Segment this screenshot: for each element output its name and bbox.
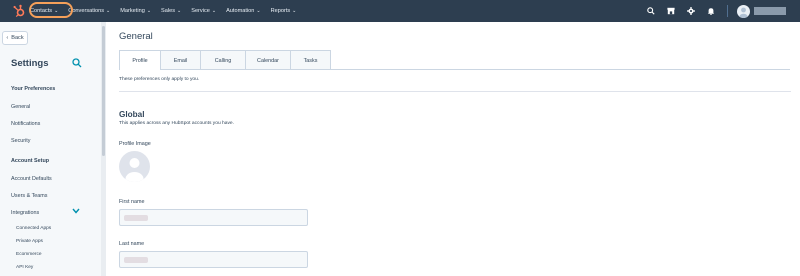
- nav-conversations-label: Conversations: [68, 8, 105, 14]
- sidebar-heading-account-setup: Account Setup: [11, 158, 50, 164]
- preferences-tabs: Profile Email Calling Calendar Tasks: [119, 50, 331, 70]
- nav-conversations[interactable]: Conversations ⌄: [68, 8, 110, 14]
- search-icon[interactable]: [72, 58, 82, 68]
- notifications-bell-icon[interactable]: [705, 5, 717, 17]
- user-avatar[interactable]: [737, 4, 750, 18]
- profile-image-label: Profile Image: [119, 141, 151, 147]
- sidebar-item-notifications[interactable]: Notifications: [11, 121, 40, 127]
- nav-reports[interactable]: Reports ⌄: [271, 8, 297, 14]
- marketplace-icon[interactable]: [665, 5, 677, 17]
- sidebar-item-integrations[interactable]: Integrations: [11, 210, 39, 216]
- sidebar-item-security[interactable]: Security: [11, 138, 30, 144]
- section-divider: [119, 91, 791, 92]
- sidebar-heading-your-preferences: Your Preferences: [11, 86, 56, 92]
- nav-marketing[interactable]: Marketing ⌄: [120, 8, 151, 14]
- chevron-down-icon: ⌄: [106, 8, 111, 14]
- sidebar-item-users-teams[interactable]: Users & Teams: [11, 193, 47, 199]
- last-name-label: Last name: [119, 241, 145, 247]
- nav-service[interactable]: Service ⌄: [191, 8, 216, 14]
- chevron-down-icon[interactable]: [72, 208, 80, 214]
- chevron-left-icon: ‹: [6, 35, 9, 41]
- sidebar-title: Settings: [11, 58, 49, 69]
- chevron-down-icon: ⌄: [256, 8, 261, 14]
- hubspot-logo-icon[interactable]: [12, 4, 26, 18]
- first-name-input[interactable]: [119, 209, 308, 226]
- top-right-toolbar: [637, 0, 800, 22]
- contacts-highlight-annotation: [29, 2, 73, 18]
- tab-tasks[interactable]: Tasks: [291, 51, 330, 70]
- redacted-value: [124, 257, 148, 263]
- nav-reports-label: Reports: [270, 8, 291, 14]
- tab-calling[interactable]: Calling: [201, 51, 246, 70]
- profile-image-avatar[interactable]: [119, 151, 150, 182]
- back-button[interactable]: ‹ Back: [2, 31, 28, 45]
- sidebar-subitem-api-key[interactable]: API Key: [16, 265, 33, 270]
- account-name-redacted[interactable]: [754, 7, 786, 15]
- page-title: General: [119, 31, 153, 42]
- section-subtitle: This applies across any HubSpot accounts…: [119, 121, 234, 126]
- sidebar-item-general[interactable]: General: [11, 104, 30, 110]
- sidebar-item-account-defaults[interactable]: Account Defaults: [11, 176, 52, 182]
- chevron-down-icon: ⌄: [292, 8, 297, 14]
- chevron-down-icon: ⌄: [211, 8, 217, 14]
- nav-sales-label: Sales: [161, 8, 176, 14]
- top-navigation-bar: Contacts ⌄ Conversations ⌄ Marketing ⌄ Sale…: [0, 0, 800, 22]
- settings-gear-icon[interactable]: [685, 5, 697, 17]
- chevron-down-icon: ⌄: [177, 8, 182, 14]
- sidebar-scrollbar-thumb[interactable]: [102, 26, 105, 156]
- last-name-input[interactable]: [119, 251, 308, 268]
- tab-profile[interactable]: Profile: [120, 51, 161, 70]
- preferences-note: These preferences only apply to you.: [119, 77, 200, 82]
- sidebar-subitem-connected-apps[interactable]: Connected Apps: [16, 226, 51, 231]
- sidebar-subitem-ecommerce[interactable]: Ecommerce: [16, 252, 42, 257]
- nav-automation[interactable]: Automation ⌄: [226, 8, 261, 14]
- sidebar-subitem-private-apps[interactable]: Private Apps: [16, 239, 43, 244]
- tab-calendar[interactable]: Calendar: [246, 51, 291, 70]
- default-avatar-icon: [125, 158, 144, 182]
- back-button-label: Back: [11, 35, 24, 41]
- nav-automation-label: Automation: [226, 8, 255, 14]
- section-title-global: Global: [119, 110, 145, 119]
- tabs-underline: [160, 69, 790, 70]
- nav-sales[interactable]: Sales ⌄: [161, 8, 181, 14]
- first-name-label: First name: [119, 199, 145, 205]
- search-icon[interactable]: [645, 5, 657, 17]
- redacted-value: [124, 215, 148, 221]
- nav-service-label: Service: [191, 8, 210, 14]
- toolbar-divider: [727, 5, 728, 17]
- nav-marketing-label: Marketing: [120, 8, 145, 14]
- chevron-down-icon: ⌄: [146, 8, 152, 14]
- tab-email[interactable]: Email: [161, 51, 201, 70]
